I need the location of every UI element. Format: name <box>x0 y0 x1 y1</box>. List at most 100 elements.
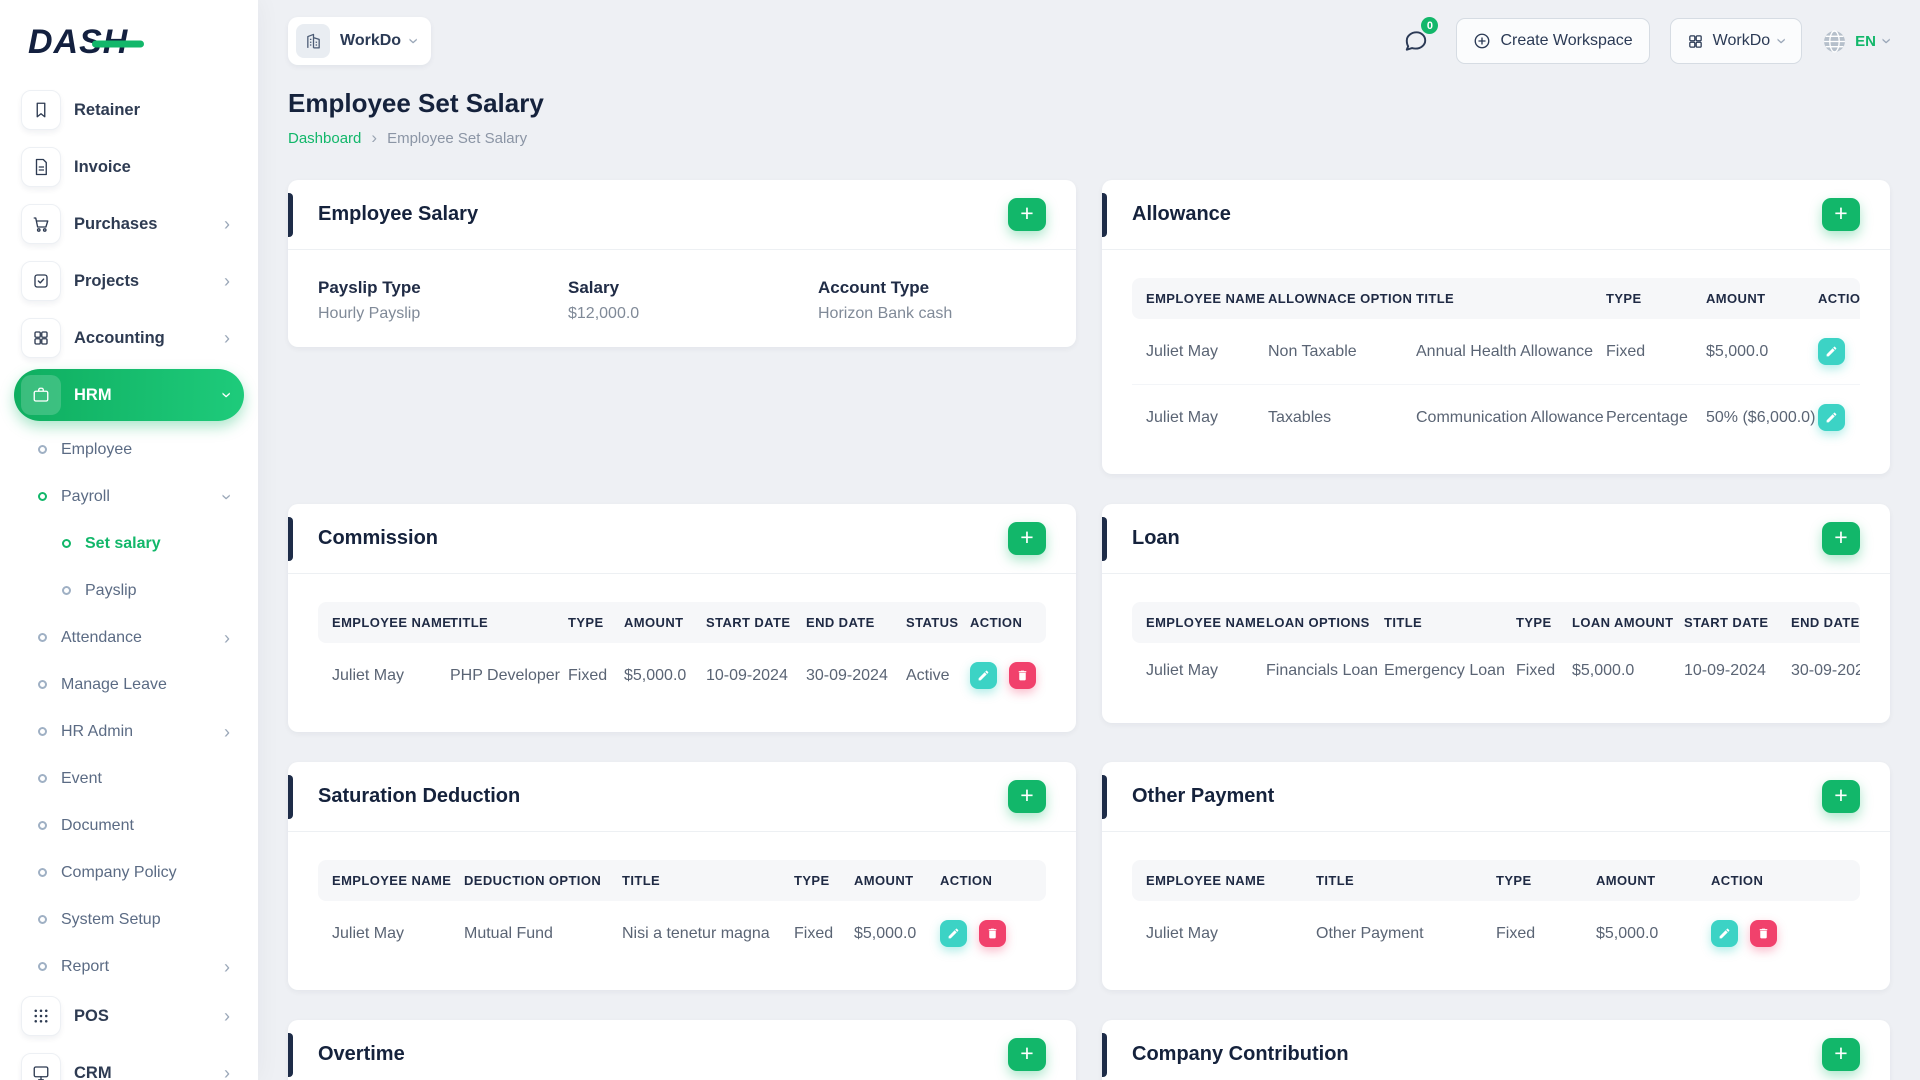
column-header: Amount <box>840 860 926 901</box>
language-selector[interactable]: EN <box>1822 29 1890 54</box>
add-commission-button[interactable] <box>1008 522 1046 555</box>
sidebar-item-set-salary[interactable]: Set salary <box>14 520 244 567</box>
add-company-contribution-button[interactable] <box>1822 1038 1860 1071</box>
chevron-down-icon <box>1779 32 1785 50</box>
sidebar-item-hr-admin[interactable]: HR Admin <box>14 708 244 755</box>
column-header: Loan Amount <box>1558 602 1673 643</box>
delete-button[interactable] <box>1750 920 1778 947</box>
edit-button[interactable] <box>1818 404 1845 431</box>
card-title: Employee Salary <box>318 203 479 225</box>
cell-title: Communication Allowance <box>1416 408 1604 426</box>
workdo-menu-button[interactable]: WorkDo <box>1669 18 1803 64</box>
sidebar-item-hrm[interactable]: HRM <box>14 369 244 421</box>
commission-table-scroll[interactable]: Employee Name Title Type Amount Start Da… <box>318 602 1046 708</box>
sidebar-item-purchases[interactable]: Purchases <box>14 198 244 250</box>
sidebar: DASH Retainer Invoice Purchases Projects <box>0 0 258 1080</box>
sidebar-item-payroll[interactable]: Payroll <box>14 473 244 520</box>
cell-allowance-option: Non Taxable <box>1254 319 1402 385</box>
add-other-payment-button[interactable] <box>1822 780 1860 813</box>
add-loan-button[interactable] <box>1822 522 1860 555</box>
delete-button[interactable] <box>979 920 1007 947</box>
crm-icon <box>21 1053 61 1080</box>
sidebar-item-company-policy[interactable]: Company Policy <box>14 849 244 896</box>
grid-icon <box>21 318 61 358</box>
bullet-icon <box>38 492 47 501</box>
bullet-icon <box>62 586 71 595</box>
add-allowance-button[interactable] <box>1822 198 1860 231</box>
add-overtime-button[interactable] <box>1008 1038 1046 1071</box>
column-header: End Date <box>1777 602 1860 643</box>
cell-type: Fixed <box>794 924 834 942</box>
sidebar-item-payslip[interactable]: Payslip <box>14 567 244 614</box>
saturation-table-scroll[interactable]: Employee Name Deduction Option Title Typ… <box>318 860 1046 966</box>
table-header-row: Employee Name Deduction Option Title Typ… <box>318 860 1046 901</box>
sidebar-item-label: Purchases <box>74 214 158 233</box>
main-area: WorkDo 0 Create Workspace WorkDo <box>258 0 1920 1080</box>
sidebar-item-label: Company Policy <box>61 863 177 881</box>
invoice-icon <box>21 147 61 187</box>
breadcrumb-current: Employee Set Salary <box>387 129 528 147</box>
sidebar-item-report[interactable]: Report <box>14 943 244 990</box>
cell-type: Fixed <box>1516 662 1556 679</box>
column-header: Loan Options <box>1252 602 1370 643</box>
card-title: Commission <box>318 527 439 549</box>
edit-button[interactable] <box>1818 338 1845 365</box>
sidebar-item-projects[interactable]: Projects <box>14 255 244 307</box>
sidebar-item-retainer[interactable]: Retainer <box>14 84 244 136</box>
sidebar-item-label: Accounting <box>74 328 165 347</box>
delete-button[interactable] <box>1009 662 1037 689</box>
sidebar-item-attendance[interactable]: Attendance <box>14 614 244 661</box>
sidebar-item-pos[interactable]: POS <box>14 990 244 1042</box>
card-saturation-deduction: Saturation Deduction Employee Name Deduc… <box>288 762 1076 990</box>
sidebar-item-invoice[interactable]: Invoice <box>14 141 244 193</box>
cards-grid: Employee Salary Payslip Type Hourly Pays… <box>288 180 1890 1080</box>
column-header: Title <box>1302 860 1482 901</box>
sidebar-item-employee[interactable]: Employee <box>14 426 244 473</box>
sidebar-item-document[interactable]: Document <box>14 802 244 849</box>
bullet-icon <box>62 539 71 548</box>
breadcrumb-dashboard-link[interactable]: Dashboard <box>288 130 361 147</box>
column-header: Type <box>554 602 610 643</box>
create-workspace-button[interactable]: Create Workspace <box>1456 18 1650 64</box>
brand-logo[interactable]: DASH <box>14 0 244 84</box>
cell-type: Fixed <box>568 666 608 684</box>
workspace-switcher[interactable]: WorkDo <box>288 17 432 65</box>
column-header: End Date <box>792 602 892 643</box>
cell-action <box>1697 901 1860 966</box>
chevron-right-icon <box>224 272 230 290</box>
pos-icon <box>21 996 61 1036</box>
allowance-table-scroll[interactable]: Employee Name Allownace Option Title Typ… <box>1132 278 1860 450</box>
messages-button[interactable]: 0 <box>1396 17 1439 61</box>
sidebar-item-manage-leave[interactable]: Manage Leave <box>14 661 244 708</box>
card-header: Saturation Deduction <box>288 762 1076 832</box>
sidebar-item-label: Manage Leave <box>61 675 167 693</box>
breadcrumb: Dashboard Employee Set Salary <box>288 128 1890 148</box>
edit-button[interactable] <box>1711 920 1738 947</box>
add-employee-salary-button[interactable] <box>1008 198 1046 231</box>
topbar-actions: 0 Create Workspace WorkDo EN <box>1396 17 1890 64</box>
sidebar-item-crm[interactable]: CRM <box>14 1047 244 1080</box>
table-row: Juliet May Other Payment Fixed $5,000.0 <box>1132 901 1860 966</box>
column-header: Amount <box>610 602 692 643</box>
loan-table-scroll[interactable]: Employee Name Loan Options Title Type Lo… <box>1132 602 1860 699</box>
sidebar-item-accounting[interactable]: Accounting <box>14 312 244 364</box>
workdo-menu-label: WorkDo <box>1712 32 1771 49</box>
cell-employee-name: Juliet May <box>1146 662 1219 679</box>
sidebar-item-system-setup[interactable]: System Setup <box>14 896 244 943</box>
cell-amount: 50% ($6,000.0) <box>1706 408 1816 426</box>
edit-button[interactable] <box>970 662 997 689</box>
cell-employee-name: Juliet May <box>1146 408 1219 426</box>
other-payment-table-scroll[interactable]: Employee Name Title Type Amount Action J… <box>1132 860 1860 966</box>
add-saturation-deduction-button[interactable] <box>1008 780 1046 813</box>
edit-button[interactable] <box>940 920 967 947</box>
cell-type: Fixed <box>1592 319 1692 385</box>
column-header: Start Date <box>692 602 792 643</box>
cell-action <box>926 901 1046 966</box>
cell-amount: $5,000.0 <box>624 666 687 684</box>
bullet-icon <box>38 915 47 924</box>
sidebar-item-event[interactable]: Event <box>14 755 244 802</box>
check-square-icon <box>21 261 61 301</box>
salary-fields: Payslip Type Hourly Payslip Salary $12,0… <box>318 278 1046 323</box>
card-header: Allowance <box>1102 180 1890 250</box>
column-header: Start Date <box>1670 602 1777 643</box>
